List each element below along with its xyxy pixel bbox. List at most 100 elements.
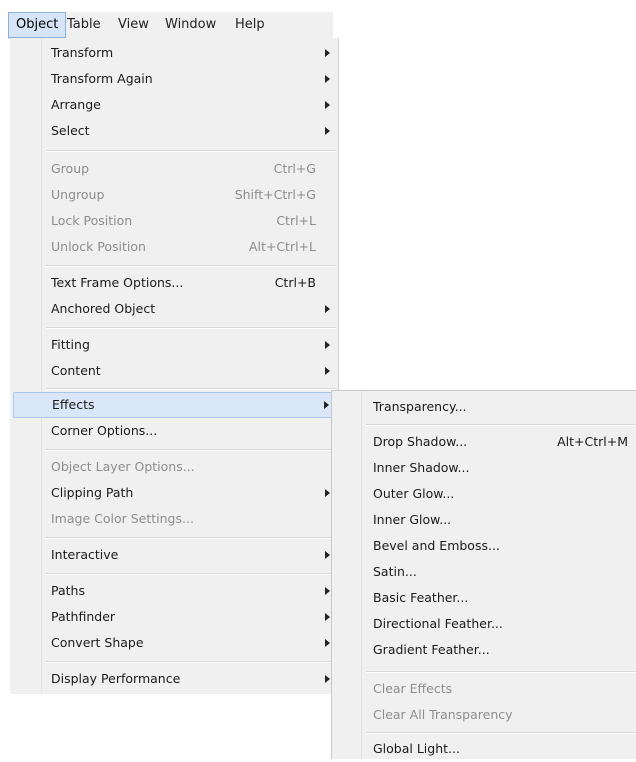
submenu-arrow-icon xyxy=(325,613,330,621)
submenu-item-inner-shadow[interactable]: Inner Shadow... xyxy=(332,455,636,481)
menu-item-label: Group xyxy=(51,161,90,176)
menu-item-shortcut: Shift+Ctrl+G xyxy=(234,187,316,202)
menu-item-text-frame-options[interactable]: Text Frame Options... Ctrl+B xyxy=(10,270,338,296)
menu-item-label: Pathfinder xyxy=(51,609,116,624)
submenu-item-label: Clear Effects xyxy=(373,681,453,696)
menu-item-label: Transform xyxy=(51,45,114,60)
menu-separator xyxy=(46,327,336,329)
menu-object[interactable]: Object xyxy=(8,12,67,38)
submenu-item-label: Directional Feather... xyxy=(373,616,503,631)
menu-item-arrange[interactable]: Arrange xyxy=(10,92,338,118)
effects-submenu: Transparency... Drop Shadow... Alt+Ctrl+… xyxy=(331,390,636,759)
menu-table[interactable]: Table xyxy=(60,12,108,38)
submenu-item-label: Gradient Feather... xyxy=(373,642,490,657)
menu-bar: Object Table View Window Help xyxy=(8,12,333,39)
submenu-item-global-light[interactable]: Global Light... xyxy=(332,736,636,762)
submenu-item-label: Satin... xyxy=(373,564,417,579)
menu-item-transform-again[interactable]: Transform Again xyxy=(10,66,338,92)
menu-separator xyxy=(46,661,336,663)
menu-separator xyxy=(46,388,336,390)
menu-item-effects[interactable]: Effects xyxy=(13,392,335,418)
menu-item-shortcut: Alt+Ctrl+L xyxy=(248,239,316,254)
menu-window[interactable]: Window xyxy=(158,12,223,38)
menu-item-label: Lock Position xyxy=(51,213,133,228)
submenu-arrow-icon xyxy=(325,49,330,57)
menu-item-label: Display Performance xyxy=(51,671,181,686)
submenu-item-label: Outer Glow... xyxy=(373,486,455,501)
submenu-item-outer-glow[interactable]: Outer Glow... xyxy=(332,481,636,507)
submenu-arrow-icon xyxy=(325,489,330,497)
menu-item-unlock-position[interactable]: Unlock Position Alt+Ctrl+L xyxy=(10,234,338,260)
submenu-item-label: Basic Feather... xyxy=(373,590,469,605)
menu-item-display-performance[interactable]: Display Performance xyxy=(10,666,338,692)
menu-item-object-layer-options[interactable]: Object Layer Options... xyxy=(10,454,338,480)
submenu-arrow-icon xyxy=(325,639,330,647)
submenu-item-label: Clear All Transparency xyxy=(373,707,513,722)
menu-item-label: Effects xyxy=(52,397,95,412)
submenu-arrow-icon xyxy=(325,75,330,83)
menu-separator xyxy=(366,671,636,673)
menu-item-convert-shape[interactable]: Convert Shape xyxy=(10,630,338,656)
menu-item-pathfinder[interactable]: Pathfinder xyxy=(10,604,338,630)
menu-item-content[interactable]: Content xyxy=(10,358,338,384)
submenu-item-shortcut: Alt+Ctrl+M xyxy=(557,434,628,449)
menu-item-label: Transform Again xyxy=(51,71,153,86)
submenu-arrow-icon xyxy=(325,341,330,349)
submenu-item-transparency[interactable]: Transparency... xyxy=(332,394,636,420)
menu-item-shortcut: Ctrl+B xyxy=(274,275,316,290)
menu-item-shortcut: Ctrl+G xyxy=(273,161,316,176)
menu-separator xyxy=(46,449,336,451)
menu-item-label: Content xyxy=(51,363,101,378)
submenu-item-inner-glow[interactable]: Inner Glow... xyxy=(332,507,636,533)
submenu-item-basic-feather[interactable]: Basic Feather... xyxy=(332,585,636,611)
menu-separator xyxy=(46,150,336,152)
submenu-item-satin[interactable]: Satin... xyxy=(332,559,636,585)
menu-item-image-color-settings[interactable]: Image Color Settings... xyxy=(10,506,338,532)
submenu-item-label: Transparency... xyxy=(373,399,467,414)
menu-item-corner-options[interactable]: Corner Options... xyxy=(10,418,338,444)
submenu-arrow-icon xyxy=(325,675,330,683)
submenu-item-directional-feather[interactable]: Directional Feather... xyxy=(332,611,636,637)
submenu-arrow-icon xyxy=(324,401,329,409)
submenu-arrow-icon xyxy=(325,367,330,375)
submenu-item-label: Inner Shadow... xyxy=(373,460,470,475)
submenu-item-clear-all-transparency[interactable]: Clear All Transparency xyxy=(332,702,636,728)
menu-item-label: Image Color Settings... xyxy=(51,511,194,526)
menu-separator xyxy=(366,732,636,734)
menu-item-label: Paths xyxy=(51,583,85,598)
menu-item-anchored-object[interactable]: Anchored Object xyxy=(10,296,338,322)
menu-item-group[interactable]: Group Ctrl+G xyxy=(10,156,338,182)
menu-separator xyxy=(46,265,336,267)
menu-item-label: Unlock Position xyxy=(51,239,146,254)
submenu-arrow-icon xyxy=(325,551,330,559)
menu-item-label: Arrange xyxy=(51,97,101,112)
menu-item-label: Corner Options... xyxy=(51,423,158,438)
submenu-arrow-icon xyxy=(325,127,330,135)
menu-item-ungroup[interactable]: Ungroup Shift+Ctrl+G xyxy=(10,182,338,208)
submenu-item-label: Global Light... xyxy=(373,741,460,756)
menu-separator xyxy=(366,424,636,426)
submenu-item-label: Drop Shadow... xyxy=(373,434,468,449)
submenu-arrow-icon xyxy=(325,305,330,313)
submenu-item-label: Inner Glow... xyxy=(373,512,452,527)
menu-item-fitting[interactable]: Fitting xyxy=(10,332,338,358)
menu-item-clipping-path[interactable]: Clipping Path xyxy=(10,480,338,506)
submenu-arrow-icon xyxy=(325,587,330,595)
menu-item-label: Clipping Path xyxy=(51,485,134,500)
menu-item-interactive[interactable]: Interactive xyxy=(10,542,338,568)
menu-item-label: Object Layer Options... xyxy=(51,459,195,474)
menu-item-shortcut: Ctrl+L xyxy=(276,213,316,228)
submenu-item-clear-effects[interactable]: Clear Effects xyxy=(332,676,636,702)
menu-item-select[interactable]: Select xyxy=(10,118,338,144)
menu-item-paths[interactable]: Paths xyxy=(10,578,338,604)
object-menu: Transform Transform Again Arrange Select… xyxy=(10,38,339,694)
menu-item-label: Text Frame Options... xyxy=(51,275,184,290)
menu-separator xyxy=(46,537,336,539)
submenu-item-bevel-and-emboss[interactable]: Bevel and Emboss... xyxy=(332,533,636,559)
menu-item-lock-position[interactable]: Lock Position Ctrl+L xyxy=(10,208,338,234)
submenu-item-gradient-feather[interactable]: Gradient Feather... xyxy=(332,637,636,663)
menu-view[interactable]: View xyxy=(111,12,156,38)
menu-help[interactable]: Help xyxy=(228,12,272,38)
submenu-item-drop-shadow[interactable]: Drop Shadow... Alt+Ctrl+M xyxy=(332,429,636,455)
menu-item-transform[interactable]: Transform xyxy=(10,40,338,66)
